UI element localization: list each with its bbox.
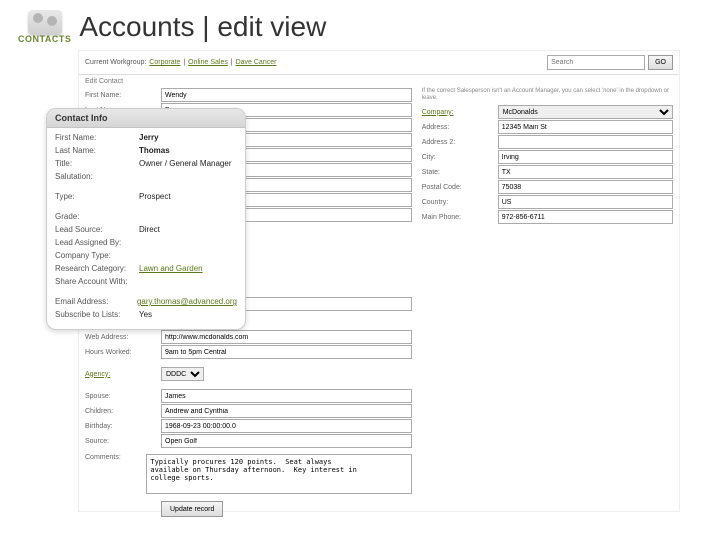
children-input[interactable] [161,404,412,418]
birthday-input[interactable] [161,419,412,433]
source-input[interactable] [161,434,412,448]
lbl-web: Web Address: [85,334,161,341]
lbl-first-name: First Name: [85,92,161,99]
workgroup-link-dave[interactable]: Dave Cancer [236,59,277,66]
c-val-type: Prospect [139,191,237,203]
lbl-company[interactable]: Company: [422,109,498,116]
update-record-button[interactable]: Update record [161,501,223,517]
c-lbl-assigned: Lead Assigned By: [55,237,139,249]
address2-input[interactable] [498,135,673,149]
spouse-input[interactable] [161,389,412,403]
hours-input[interactable] [161,345,412,359]
workgroup-breadcrumb: Current Workgroup: Corporate | Online Sa… [85,59,277,66]
c-val-first: Jerry [139,132,237,144]
right-column: If the correct Salesperson isn't an Acco… [422,88,673,517]
c-lbl-grade: Grade: [55,211,139,223]
section-title: Edit Contact [79,75,679,88]
c-lbl-type: Type: [55,191,139,203]
city-input[interactable] [498,150,673,164]
lbl-state: State: [422,169,498,176]
c-val-research[interactable]: Lawn and Garden [139,263,237,275]
c-lbl-first: First Name: [55,132,139,144]
lbl-hours: Hours Worked: [85,349,161,356]
workgroup-link-corporate[interactable]: Corporate [149,59,180,66]
postal-input[interactable] [498,180,673,194]
lbl-spouse: Spouse: [85,393,161,400]
c-lbl-last: Last Name: [55,145,139,157]
topbar: Current Workgroup: Corporate | Online Sa… [79,51,679,75]
lbl-source: Source: [85,438,161,445]
contacts-logo: CONTACTS [18,10,71,44]
salesperson-hint: If the correct Salesperson isn't an Acco… [422,88,673,102]
people-icon [28,10,62,34]
lbl-comments: Comments: [85,454,146,461]
go-button[interactable]: GO [648,55,673,70]
company-select[interactable]: McDonalds [498,105,673,119]
lbl-postal: Postal Code: [422,184,498,191]
c-lbl-title: Title: [55,158,139,170]
c-lbl-email: Email Address: [55,296,137,308]
search-input[interactable] [547,55,645,70]
web-input[interactable] [161,330,412,344]
c-val-last: Thomas [139,145,237,157]
country-input[interactable] [498,195,673,209]
agency-select[interactable]: DDDC [161,367,204,381]
contacts-logo-label: CONTACTS [18,34,71,44]
workgroup-link-online-sales[interactable]: Online Sales [188,59,228,66]
c-lbl-ctype: Company Type: [55,250,139,262]
lbl-country: Country: [422,199,498,206]
lbl-city: City: [422,154,498,161]
c-val-title: Owner / General Manager [139,158,237,170]
comments-textarea[interactable]: Typically procures 120 points. Seat alwa… [146,454,411,494]
c-lbl-lead: Lead Source: [55,224,139,236]
c-val-share [139,276,237,288]
lbl-agency[interactable]: Agency: [85,371,161,378]
lbl-birthday: Birthday: [85,423,161,430]
c-val-ctype [139,250,237,262]
c-val-grade [139,211,237,223]
search-wrap: GO [547,55,673,70]
lbl-address: Address: [422,124,498,131]
slide-header: CONTACTS Accounts | edit view [18,10,710,44]
c-val-salut [139,171,237,183]
lbl-main-phone: Main Phone: [422,214,498,221]
address-input[interactable] [498,120,673,134]
c-lbl-subscribe: Subscribe to Lists: [55,309,139,321]
first-name-input[interactable] [161,88,412,102]
main-phone-input[interactable] [498,210,673,224]
slide-title: Accounts | edit view [79,11,326,43]
c-val-email[interactable]: gary.thomas@advanced.org [137,296,237,308]
c-val-assigned [139,237,237,249]
c-val-subscribe: Yes [139,309,237,321]
c-lbl-share: Share Account With: [55,276,139,288]
lbl-children: Children: [85,408,161,415]
c-val-lead: Direct [139,224,237,236]
c-lbl-research: Research Category: [55,263,139,275]
card-heading: Contact Info [47,109,245,128]
contact-info-card: Contact Info First Name:Jerry Last Name:… [46,108,246,330]
state-input[interactable] [498,165,673,179]
c-lbl-salut: Salutation: [55,171,139,183]
lbl-address2: Address 2: [422,139,498,146]
